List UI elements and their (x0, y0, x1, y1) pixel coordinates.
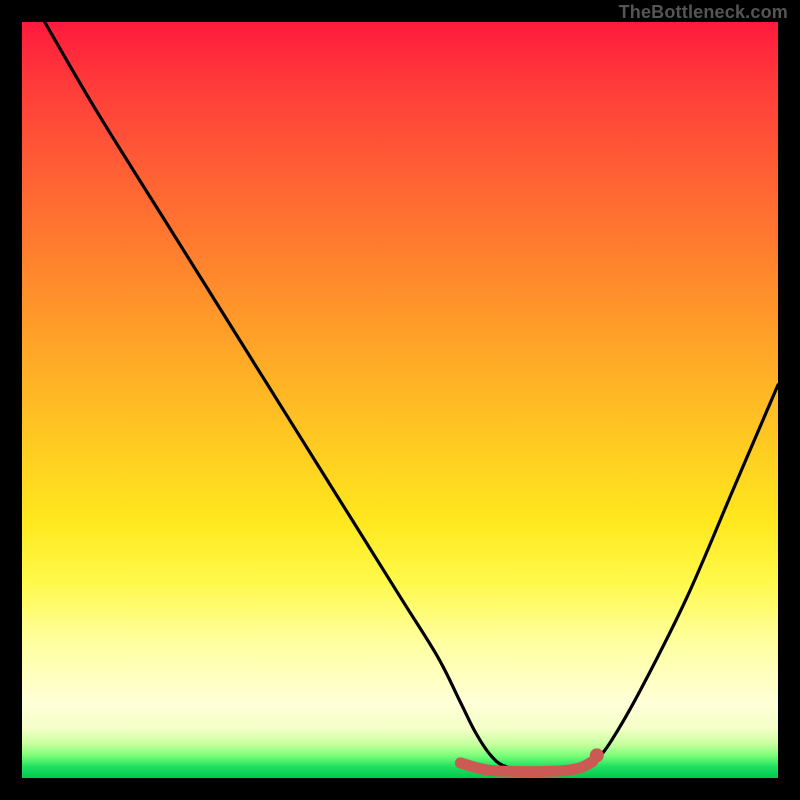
band-start-dot (455, 757, 466, 768)
curve-layer (22, 22, 778, 778)
flat-bottom-stroke (460, 761, 592, 771)
watermark-text: TheBottleneck.com (619, 2, 788, 23)
chart-frame: TheBottleneck.com (0, 0, 800, 800)
band-end-dot (590, 748, 604, 762)
flat-bottom-band (455, 748, 604, 771)
plot-area (22, 22, 778, 778)
bottleneck-curve (45, 22, 778, 772)
